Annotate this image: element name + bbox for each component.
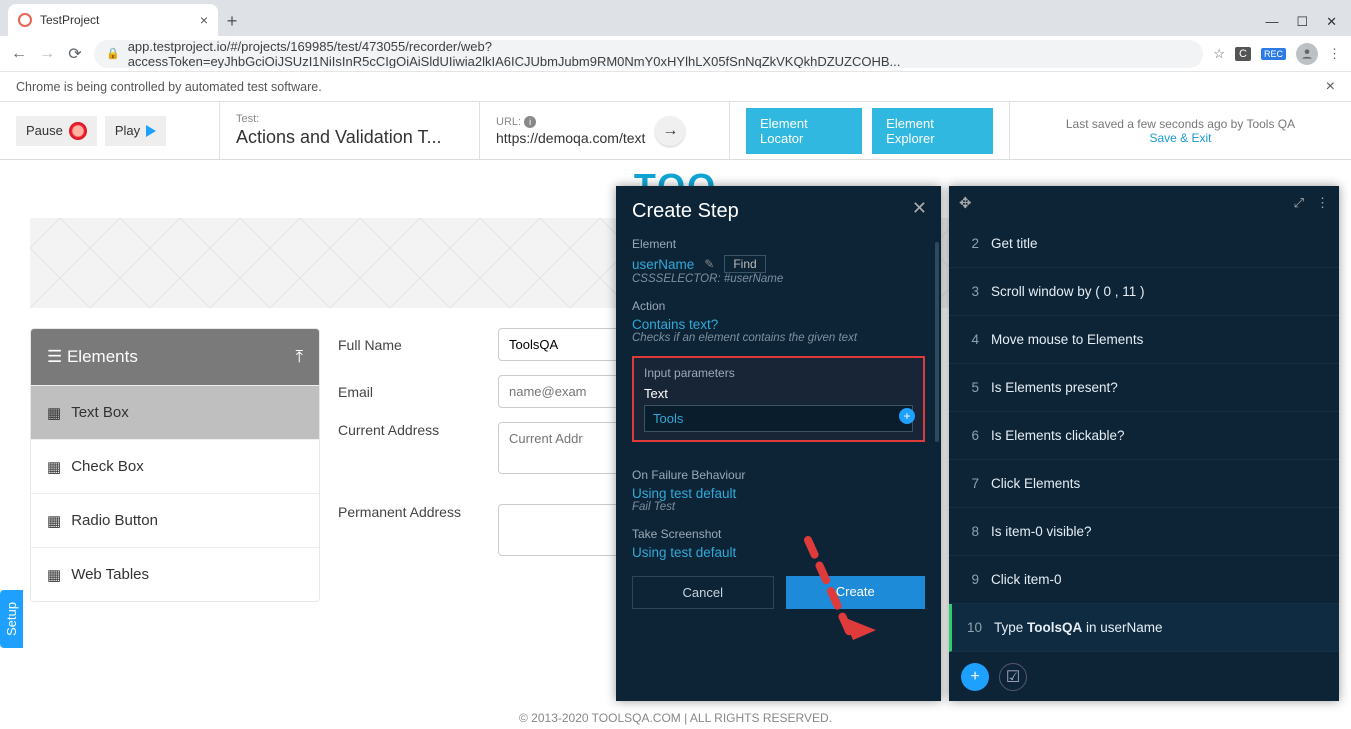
automation-banner-text: Chrome is being controlled by automated … (16, 80, 322, 94)
add-param-icon[interactable]: + (899, 408, 915, 424)
play-icon (146, 125, 156, 137)
profile-icon[interactable] (1296, 43, 1318, 65)
url-input[interactable]: 🔒 app.testproject.io/#/projects/169985/t… (94, 40, 1203, 68)
edit-icon[interactable]: ✎ (704, 257, 714, 271)
close-tab-icon[interactable]: × (200, 12, 208, 28)
reload-icon[interactable]: ⟳ (66, 44, 84, 64)
rec-ext-icon[interactable]: REC (1261, 48, 1286, 60)
url-value: https://demoqa.com/text (496, 130, 645, 146)
action-name-link[interactable]: Contains text? (632, 317, 925, 332)
failure-section-label: On Failure Behaviour (632, 468, 925, 482)
favicon-icon (18, 13, 32, 27)
collapse-icon[interactable]: ⤢ (1294, 195, 1304, 211)
kebab-menu-icon[interactable]: ⋮ (1328, 46, 1341, 62)
sidebar-header[interactable]: ☰ Elements ⤒ (31, 329, 319, 385)
current-address-label: Current Address (338, 422, 498, 438)
param-text-input[interactable] (644, 405, 913, 432)
step-row[interactable]: 7Click Elements (949, 460, 1339, 508)
bookmark-icon[interactable]: ☆ (1213, 46, 1225, 62)
param-text-label: Text (644, 386, 913, 401)
step-row[interactable]: 10Type ToolsQA in userName (949, 604, 1339, 652)
validate-button[interactable]: ☑ (999, 663, 1027, 691)
steps-panel: ✥ ⤢ ⋮ 2Get title3Scroll window by ( 0 , … (949, 186, 1339, 701)
lock-icon: 🔒 (106, 47, 120, 60)
panel-scrollbar[interactable] (935, 242, 939, 442)
action-section-label: Action (632, 299, 925, 313)
steps-panel-header: ✥ ⤢ ⋮ (949, 186, 1339, 220)
selector-text: CSSSELECTOR: #userName (632, 273, 925, 285)
test-name-cell: Test: Actions and Validation T... (220, 102, 480, 159)
step-row[interactable]: 9Click item-0 (949, 556, 1339, 604)
new-tab-button[interactable]: + (218, 11, 246, 36)
upload-icon[interactable]: ⤒ (295, 347, 303, 367)
back-icon[interactable]: ← (10, 45, 28, 63)
step-row[interactable]: 5Is Elements present? (949, 364, 1339, 412)
url-label: URL: (496, 116, 521, 128)
address-bar: ← → ⟳ 🔒 app.testproject.io/#/projects/16… (0, 36, 1351, 72)
item-icon: ▦ (47, 458, 61, 476)
step-row[interactable]: 4Move mouse to Elements (949, 316, 1339, 364)
automation-banner: Chrome is being controlled by automated … (0, 72, 1351, 102)
pause-button[interactable]: Pause (16, 116, 97, 146)
panel-menu-icon[interactable]: ⋮ (1316, 195, 1329, 211)
panel-title: Create Step (632, 200, 925, 223)
element-locator-button[interactable]: Element Locator (746, 108, 862, 154)
close-panel-icon[interactable]: ✕ (912, 198, 927, 219)
fullname-label: Full Name (338, 337, 498, 353)
create-step-panel: ✕ Create Step Element userName ✎ Find CS… (616, 186, 941, 701)
action-desc: Checks if an element contains the given … (632, 332, 925, 344)
recorder-bar: Pause Play Test: Actions and Validation … (0, 102, 1351, 160)
annotation-arrow (798, 530, 888, 683)
minimize-icon[interactable]: — (1265, 14, 1278, 30)
sidebar-item[interactable]: ▦Radio Button (31, 493, 319, 547)
record-dot-icon (69, 122, 87, 140)
save-exit-link[interactable]: Save & Exit (1149, 131, 1211, 145)
failure-value-link[interactable]: Using test default (632, 486, 925, 501)
element-name-link[interactable]: userName (632, 257, 694, 272)
go-arrow-button[interactable]: → (655, 116, 685, 146)
window-controls: — ☐ ✕ (1265, 14, 1351, 36)
close-window-icon[interactable]: ✕ (1326, 14, 1337, 30)
permanent-address-label: Permanent Address (338, 504, 498, 520)
ext-c-icon[interactable]: C (1235, 47, 1251, 61)
step-row[interactable]: 3Scroll window by ( 0 , 11 ) (949, 268, 1339, 316)
cancel-button[interactable]: Cancel (632, 576, 774, 609)
sidebar-item[interactable]: ▦Text Box (31, 385, 319, 439)
test-label: Test: (236, 113, 259, 125)
element-explorer-button[interactable]: Element Explorer (872, 108, 993, 154)
setup-tab[interactable]: Setup (0, 590, 23, 648)
sidebar: ☰ Elements ⤒ ▦Text Box▦Check Box▦Radio B… (30, 328, 320, 602)
url-text: app.testproject.io/#/projects/169985/tes… (128, 40, 1192, 68)
browser-tab-strip: TestProject × + — ☐ ✕ (0, 0, 1351, 36)
input-parameters-highlight: Input parameters Text + (632, 356, 925, 442)
item-icon: ▦ (47, 566, 61, 584)
close-banner-icon[interactable]: × (1326, 78, 1335, 96)
item-icon: ▦ (47, 404, 61, 422)
email-label: Email (338, 384, 498, 400)
info-icon[interactable]: i (524, 116, 536, 128)
add-step-button[interactable]: + (961, 663, 989, 691)
step-row[interactable]: 8Is item-0 visible? (949, 508, 1339, 556)
forward-icon[interactable]: → (38, 45, 56, 63)
element-section-label: Element (632, 237, 925, 251)
failure-sub: Fail Test (632, 501, 925, 513)
find-button[interactable]: Find (724, 255, 765, 273)
step-row[interactable]: 2Get title (949, 220, 1339, 268)
item-icon: ▦ (47, 512, 61, 530)
last-saved-text: Last saved a few seconds ago by Tools QA (1066, 117, 1295, 131)
maximize-icon[interactable]: ☐ (1296, 14, 1308, 30)
browser-tab[interactable]: TestProject × (8, 4, 218, 36)
move-icon[interactable]: ✥ (959, 194, 972, 212)
sidebar-item[interactable]: ▦Web Tables (31, 547, 319, 601)
sidebar-item[interactable]: ▦Check Box (31, 439, 319, 493)
step-row[interactable]: 6Is Elements clickable? (949, 412, 1339, 460)
test-name: Actions and Validation T... (236, 127, 441, 148)
footer-text: © 2013-2020 TOOLSQA.COM | ALL RIGHTS RES… (0, 711, 1351, 725)
input-params-label: Input parameters (644, 366, 913, 380)
tab-title: TestProject (40, 13, 99, 27)
play-button[interactable]: Play (105, 116, 166, 146)
